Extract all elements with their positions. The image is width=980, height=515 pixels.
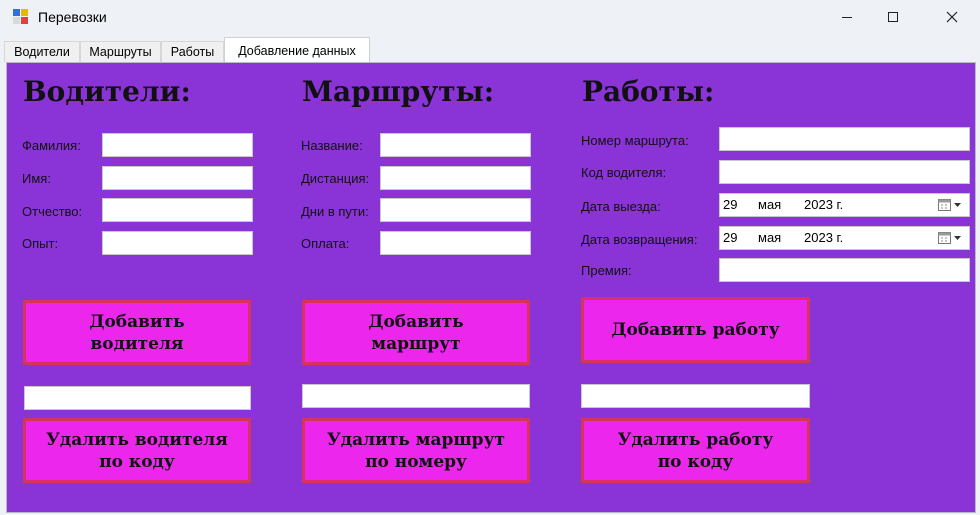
driver-patronymic-label: Отчество: xyxy=(22,204,83,219)
route-distance-label: Дистанция: xyxy=(301,171,370,186)
route-days-label: Дни в пути: xyxy=(301,204,369,219)
driver-last-name-label: Фамилия: xyxy=(22,138,81,153)
calendar-dropdown-icon[interactable] xyxy=(937,198,963,212)
add-route-button[interactable]: Добавить маршрут xyxy=(302,300,530,365)
return-month: мая xyxy=(758,230,782,245)
calendar-dropdown-icon[interactable] xyxy=(937,231,963,245)
driver-first-name-label: Имя: xyxy=(22,171,51,186)
return-date-label: Дата возвращения: xyxy=(581,232,698,247)
driver-experience-label: Опыт: xyxy=(22,236,59,251)
departure-day: 29 xyxy=(723,197,738,212)
close-icon xyxy=(946,11,958,23)
tab-routes[interactable]: Маршруты xyxy=(80,41,161,62)
route-payment-label: Оплата: xyxy=(301,236,350,251)
bonus-input[interactable] xyxy=(719,258,970,282)
delete-job-id-input[interactable] xyxy=(581,384,810,408)
route-number-label: Номер маршрута: xyxy=(581,133,689,148)
bonus-label: Премия: xyxy=(581,263,632,278)
route-days-input[interactable] xyxy=(380,198,531,222)
driver-first-name-input[interactable] xyxy=(102,166,253,190)
driver-code-label: Код водителя: xyxy=(581,165,667,180)
add-job-button[interactable]: Добавить работу xyxy=(581,297,810,363)
tab-add-data[interactable]: Добавление данных xyxy=(224,37,370,63)
add-driver-button[interactable]: Добавить водителя xyxy=(23,300,251,365)
driver-patronymic-input[interactable] xyxy=(102,198,253,222)
close-button[interactable] xyxy=(929,0,975,34)
title-bar: Перевозки xyxy=(0,0,980,36)
route-name-input[interactable] xyxy=(380,133,531,157)
return-year: 2023 г. xyxy=(804,230,844,245)
delete-route-number-input[interactable] xyxy=(302,384,530,408)
tab-drivers[interactable]: Водители xyxy=(4,41,80,62)
departure-year: 2023 г. xyxy=(804,197,844,212)
delete-driver-button[interactable]: Удалить водителя по коду xyxy=(23,418,251,483)
minimize-button[interactable] xyxy=(824,0,870,34)
driver-experience-input[interactable] xyxy=(102,231,253,255)
delete-driver-id-input[interactable] xyxy=(24,386,251,410)
return-date-picker[interactable]: 29 мая 2023 г. xyxy=(719,226,970,250)
route-distance-input[interactable] xyxy=(380,166,531,190)
drivers-title: Водители: xyxy=(23,75,191,108)
window-title: Перевозки xyxy=(38,9,107,25)
minimize-icon xyxy=(842,17,852,18)
delete-route-button[interactable]: Удалить маршрут по номеру xyxy=(302,418,530,483)
maximize-button[interactable] xyxy=(870,0,916,34)
app-icon xyxy=(13,9,29,25)
route-payment-input[interactable] xyxy=(380,231,531,255)
driver-code-input[interactable] xyxy=(719,160,970,184)
return-day: 29 xyxy=(723,230,738,245)
jobs-title: Работы: xyxy=(582,75,715,108)
delete-job-button[interactable]: Удалить работу по коду xyxy=(581,418,810,483)
maximize-icon xyxy=(888,12,898,22)
tab-jobs[interactable]: Работы xyxy=(161,41,224,62)
add-data-panel: Водители: Фамилия: Имя: Отчество: Опыт: … xyxy=(6,62,976,513)
route-number-input[interactable] xyxy=(719,127,970,151)
driver-last-name-input[interactable] xyxy=(102,133,253,157)
departure-date-label: Дата выезда: xyxy=(581,199,661,214)
routes-title: Маршруты: xyxy=(302,75,495,108)
route-name-label: Название: xyxy=(301,138,363,153)
departure-month: мая xyxy=(758,197,782,212)
departure-date-picker[interactable]: 29 мая 2023 г. xyxy=(719,193,970,217)
